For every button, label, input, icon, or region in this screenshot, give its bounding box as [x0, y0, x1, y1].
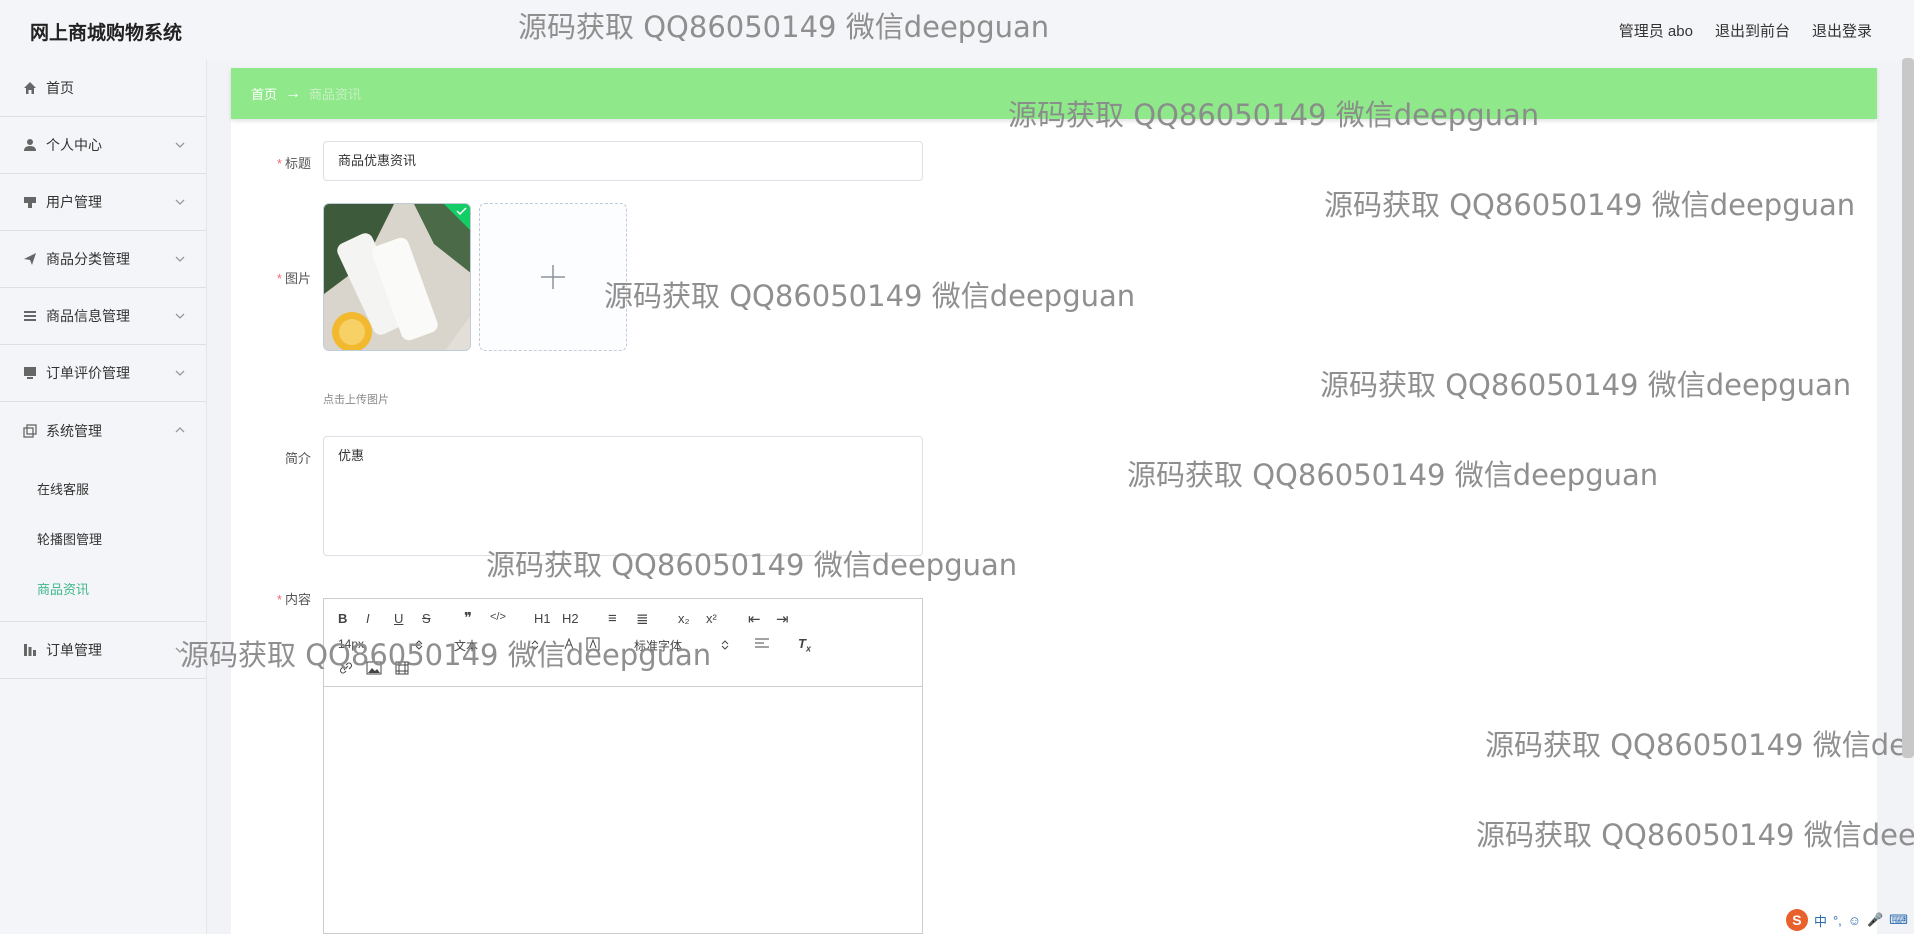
breadcrumb-home[interactable]: 首页: [251, 84, 277, 103]
chevron-up-icon: [175, 427, 185, 433]
video-icon[interactable]: [394, 661, 410, 675]
ime-chinese-mode[interactable]: 中: [1814, 911, 1827, 930]
subscript-button[interactable]: x₂: [678, 611, 690, 626]
chevron-down-icon: [175, 199, 185, 205]
sidebar-subitem-online-service[interactable]: 在线客服: [0, 465, 206, 515]
font-size-select[interactable]: 14px: [338, 637, 364, 651]
intro-label: 简介: [284, 451, 311, 466]
chevron-down-icon: [175, 313, 185, 319]
sidebar-item-label: 个人中心: [46, 137, 102, 153]
select-arrows-icon: [531, 640, 539, 650]
sidebar-item-review-management[interactable]: 订单评价管理: [0, 345, 206, 402]
sidebar-item-user-management[interactable]: 用户管理: [0, 174, 206, 231]
ime-tray: S 中 °, ☺ 🎤 ⌨: [1780, 906, 1914, 934]
image-icon[interactable]: [366, 661, 382, 675]
sidebar-item-label: 订单管理: [46, 642, 102, 658]
rich-text-editor: B I U S ❞ </> H1 H2 ≡ ≣ x₂ x² ⇤ ⇥ 14px 文…: [323, 598, 923, 934]
sidebar-item-label: 商品分类管理: [46, 251, 130, 267]
link-icon[interactable]: [338, 661, 354, 675]
sidebar-item-category-management[interactable]: 商品分类管理: [0, 231, 206, 288]
add-image-button[interactable]: [479, 203, 627, 351]
h2-button[interactable]: H2: [562, 611, 579, 626]
logout-link[interactable]: 退出登录: [1812, 20, 1872, 41]
ime-punctuation[interactable]: °,: [1833, 913, 1842, 928]
bold-button[interactable]: B: [338, 611, 347, 626]
outdent-button[interactable]: ⇤: [748, 610, 761, 628]
copy-icon: [22, 423, 38, 439]
sidebar-subitem-news[interactable]: 商品资讯: [0, 565, 206, 615]
sidebar-item-personal-center[interactable]: 个人中心: [0, 117, 206, 174]
blockquote-button[interactable]: ❞: [464, 609, 472, 627]
sidebar-item-label: 首页: [46, 80, 74, 96]
image-label: * 图片: [276, 271, 311, 286]
ordered-list-button[interactable]: ≡: [608, 610, 617, 627]
scrollbar[interactable]: [1902, 58, 1914, 758]
strike-button[interactable]: S: [422, 611, 431, 626]
chevron-down-icon: [175, 370, 185, 376]
italic-button[interactable]: I: [366, 611, 370, 626]
code-button[interactable]: </>: [490, 611, 506, 623]
ime-voice-icon[interactable]: 🎤: [1867, 912, 1883, 928]
sidebar-item-label: 用户管理: [46, 194, 102, 210]
sidebar-item-label: 系统管理: [46, 422, 102, 439]
superscript-button[interactable]: x²: [706, 611, 717, 626]
admin-user-link[interactable]: 管理员 abo: [1619, 20, 1693, 41]
exit-to-frontend-link[interactable]: 退出到前台: [1715, 20, 1790, 41]
underline-button[interactable]: U: [394, 611, 403, 626]
ime-emoji-icon[interactable]: ☺: [1848, 913, 1861, 928]
editor-toolbar: B I U S ❞ </> H1 H2 ≡ ≣ x₂ x² ⇤ ⇥ 14px 文…: [324, 599, 922, 687]
breadcrumb-arrow-icon: →: [285, 84, 302, 102]
sidebar: 首页 个人中心 用户管理 商品分类管理 商品信息管理 订单评价管理 系统管理 在…: [0, 60, 207, 934]
sidebar-item-product-management[interactable]: 商品信息管理: [0, 288, 206, 345]
background-color-icon[interactable]: [586, 637, 600, 651]
sidebar-item-label: 商品信息管理: [46, 308, 130, 324]
top-links: 管理员 abo 退出到前台 退出登录: [1619, 20, 1872, 41]
breadcrumb-current: 商品资讯: [309, 87, 362, 102]
h1-button[interactable]: H1: [534, 611, 551, 626]
list-icon: [22, 308, 38, 324]
font-family-select[interactable]: 标准字体: [634, 637, 682, 654]
ime-keyboard-icon[interactable]: ⌨: [1889, 912, 1908, 928]
sogou-ime-icon[interactable]: S: [1785, 909, 1808, 931]
chevron-down-icon: [175, 142, 185, 148]
upload-hint: 点击上传图片: [323, 394, 389, 406]
paragraph-select[interactable]: 文本: [454, 637, 478, 654]
brand-title: 网上商城购物系统: [30, 23, 183, 44]
send-icon: [22, 251, 38, 267]
indent-button[interactable]: ⇥: [776, 610, 789, 628]
monitor-icon: [22, 365, 38, 381]
stamp-icon: [22, 194, 38, 210]
top-bar: 网上商城购物系统 管理员 abo 退出到前台 退出登录: [0, 0, 1914, 60]
user-icon: [22, 137, 38, 153]
sidebar-subitem-carousel[interactable]: 轮播图管理: [0, 515, 206, 565]
plus-icon: [541, 265, 565, 289]
font-color-icon[interactable]: [562, 637, 576, 651]
align-left-icon[interactable]: [754, 637, 770, 651]
system-submenu: 在线客服 轮播图管理 商品资讯: [0, 459, 206, 622]
intro-textarea[interactable]: 优惠: [323, 436, 923, 556]
breadcrumb: 首页 → 商品资讯: [231, 68, 1877, 119]
chevron-down-icon: [175, 256, 185, 262]
sidebar-item-label: 订单评价管理: [46, 365, 130, 381]
content-label: * 内容: [276, 592, 311, 607]
bullet-list-button[interactable]: ≣: [636, 610, 649, 628]
select-arrows-icon: [721, 640, 729, 650]
sidebar-item-order-management[interactable]: 订单管理: [0, 622, 206, 679]
main-panel: 首页 → 商品资讯 * 标题 商品优惠资讯 * 图片 点击上传图片 简介 优惠 …: [231, 68, 1877, 934]
home-icon: [22, 80, 38, 96]
editor-content-area[interactable]: [324, 687, 922, 933]
sidebar-item-home[interactable]: 首页: [0, 60, 206, 117]
chart-icon: [22, 642, 38, 658]
clear-format-button[interactable]: Tx: [798, 636, 811, 654]
chevron-down-icon: [175, 647, 185, 653]
select-arrows-icon: [415, 640, 423, 650]
check-icon: [444, 204, 470, 230]
title-input[interactable]: 商品优惠资讯: [323, 141, 923, 181]
uploaded-image-thumbnail[interactable]: [323, 203, 471, 351]
sidebar-item-system-management[interactable]: 系统管理: [0, 402, 206, 459]
title-label: * 标题: [276, 156, 311, 171]
